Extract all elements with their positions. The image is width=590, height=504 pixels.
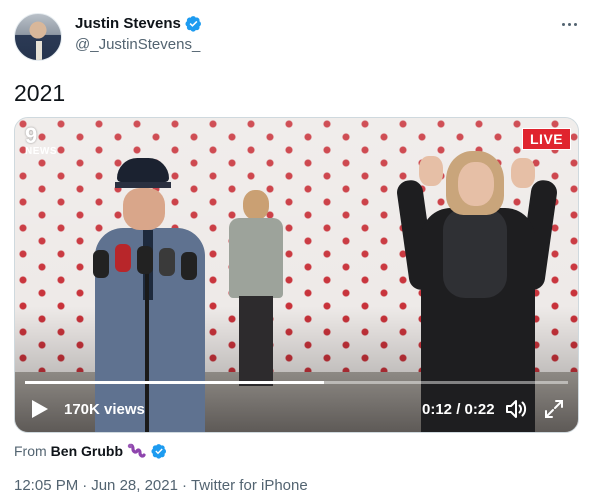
tweet-meta: 12:05 PM · Jun 28, 2021 · Twitter for iP…: [14, 477, 308, 494]
channel-logo: 9 NEWS: [25, 123, 59, 158]
live-badge: LIVE: [522, 128, 572, 150]
video-progress-fill: [25, 381, 324, 384]
author-avatar[interactable]: [14, 13, 62, 61]
verified-badge-icon: [185, 16, 201, 32]
video-player[interactable]: 9 NEWS LIVE 170K views 0:12 / 0:22: [14, 117, 579, 433]
attribution-prefix: From: [14, 443, 47, 459]
play-icon[interactable]: [31, 399, 49, 419]
meta-separator: ·: [181, 477, 187, 494]
video-time: 0:12 / 0:22: [422, 401, 495, 418]
meta-separator: ·: [82, 477, 88, 494]
more-options-icon[interactable]: [559, 16, 579, 32]
author-handle[interactable]: @_JustinStevens_: [75, 36, 200, 53]
tweet-text: 2021: [14, 80, 66, 106]
channel-logo-number: 9: [25, 123, 37, 148]
attribution-verified-badge-icon: [151, 444, 167, 459]
tweet-time[interactable]: 12:05 PM: [14, 477, 78, 494]
video-controls: 170K views 0:12 / 0:22: [15, 386, 578, 432]
expand-icon[interactable]: [543, 398, 565, 420]
volume-icon[interactable]: [504, 398, 528, 420]
tweet-date[interactable]: Jun 28, 2021: [91, 477, 178, 494]
view-count: 170K views: [64, 401, 145, 418]
attribution-name[interactable]: Ben Grubb: [51, 443, 123, 459]
tweet-source[interactable]: Twitter for iPhone: [191, 477, 308, 494]
video-attribution: From Ben Grubb: [14, 442, 167, 460]
worm-emoji-icon: [127, 443, 146, 458]
video-progress-bar[interactable]: [25, 381, 568, 384]
channel-logo-sub: NEWS: [25, 146, 57, 157]
video-person-background: [225, 190, 287, 390]
author-name[interactable]: Justin Stevens: [75, 15, 181, 32]
author-name-row: Justin Stevens: [75, 15, 202, 32]
